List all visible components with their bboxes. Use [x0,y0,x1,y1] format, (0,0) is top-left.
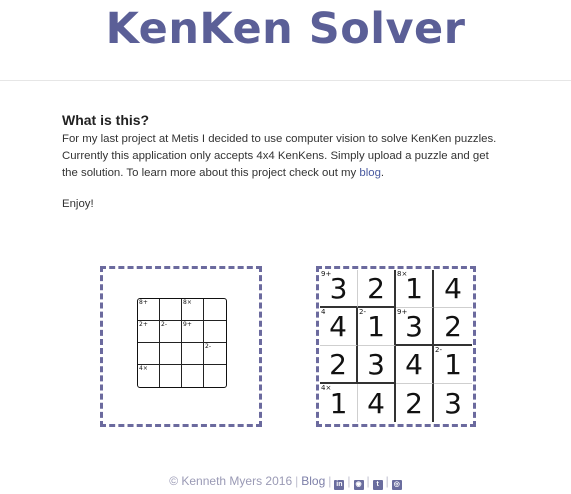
cage-clue: 4× [321,384,332,392]
puzzle-cell [160,343,182,365]
solution-value: 2 [367,271,385,305]
solution-cell: 1 4× [320,384,358,422]
solution-value: 3 [444,386,462,420]
page-title: KenKen Solver [105,4,466,54]
solution-cell: 4 [358,384,396,422]
intro-line-1: For my last project at Metis I decided t… [62,133,497,145]
cage-clue: 2+ [139,321,148,328]
linkedin-icon[interactable]: in [334,480,345,490]
intro-heading: What is this? [62,112,150,128]
solution-cell: 3 [358,346,396,384]
cage-clue: 9+ [183,321,192,328]
solution-value: 4 [405,348,423,381]
cage-clue: 2- [359,308,366,316]
cage-clue: 8× [183,299,192,306]
puzzle-cell: 9+ [182,321,204,343]
puzzle-cell: 8× [182,299,204,321]
solution-value: 1 [367,310,385,343]
solution-cell: 3 [434,384,472,422]
puzzle-cell [204,321,226,343]
solution-cell: 2 [396,384,434,422]
solution-value: 2 [329,347,347,381]
solution-value: 1 [329,386,348,420]
cage-clue: 2- [161,321,167,328]
puzzle-cell [160,299,182,321]
solution-value: 3 [329,271,348,305]
solution-cell: 44 [320,308,358,346]
solution-value: 1 [405,272,423,305]
cage-clue: 8× [397,270,408,278]
solution-panel: 3 9+ 2 1 8× 4 4 4 1 2- 3 9+ 2 2 3 4 1 2- 1 4× 4 2 3 [316,266,476,427]
intro-section: What is this? For my last project at Met… [62,112,562,213]
puzzle-cell: 2+ [138,321,160,343]
upload-dropzone[interactable]: 8+ 8× 2+ 2- 9+ 2- 4× [100,266,262,427]
solution-cell: 2 [320,346,358,384]
puzzle-cell [182,343,204,365]
blog-link[interactable]: blog [359,167,381,179]
puzzle-cell: 4× [138,365,160,387]
cage-clue: 4 [321,308,326,316]
solution-cell: 2 [358,270,396,308]
twitter-icon[interactable]: t [372,480,383,490]
footer: © Kenneth Myers 2016 | Blog | in | ◉ | t | ◎ [169,474,402,490]
solution-cell: 1 8× [396,270,434,308]
intro-line-3: the solution. To learn more about this p… [62,167,360,179]
enjoy-text: Enjoy! [62,198,94,210]
cage-clue: 8+ [139,299,148,306]
puzzle-cell: 2- [160,321,182,343]
solution-value: 4 [444,272,462,305]
github-icon[interactable]: ◉ [353,480,364,490]
cage-clue: 2- [435,346,442,354]
solution-cell: 2 [434,308,472,346]
solution-value: 3 [367,347,385,381]
puzzle-cell: 2- [204,343,226,365]
puzzle-cell [204,365,226,387]
solved-puzzle-image: 3 9+ 2 1 8× 4 4 4 1 2- 3 9+ 2 2 3 4 1 2- 1 4× 4 2 3 [320,270,472,422]
uploaded-puzzle-image: 8+ 8× 2+ 2- 9+ 2- 4× [137,298,227,388]
solution-value: 2 [405,386,423,420]
footer-blog-link[interactable]: Blog [301,474,325,488]
solution-cell: 3 9+ [320,270,358,308]
solution-cell: 4 [434,270,472,308]
puzzle-cell [138,343,160,365]
solution-value: 4 [329,310,347,343]
solution-cell: 1 2- [434,346,472,384]
solution-cell: 3 9+ [396,308,434,346]
solution-value: 4 [367,386,385,420]
intro-line-2: Currently this application only accepts … [62,150,489,162]
cage-clue: 2- [205,343,211,350]
solution-cell: 1 2- [358,308,396,346]
puzzle-cell: 8+ [138,299,160,321]
intro-text: For my last project at Metis I decided t… [62,133,497,179]
cage-clue: 4× [139,365,148,372]
puzzle-cell [182,365,204,387]
copyright-text: © Kenneth Myers 2016 [169,474,293,488]
header-divider [0,80,571,81]
solution-cell: 4 [396,346,434,384]
puzzle-cell [204,299,226,321]
solution-value: 1 [444,348,462,381]
puzzle-cell [160,365,182,387]
solution-value: 2 [444,309,462,343]
instagram-icon[interactable]: ◎ [391,480,402,490]
cage-clue: 9+ [397,308,408,316]
solution-value: 3 [405,309,423,343]
cage-clue: 9+ [321,270,332,278]
